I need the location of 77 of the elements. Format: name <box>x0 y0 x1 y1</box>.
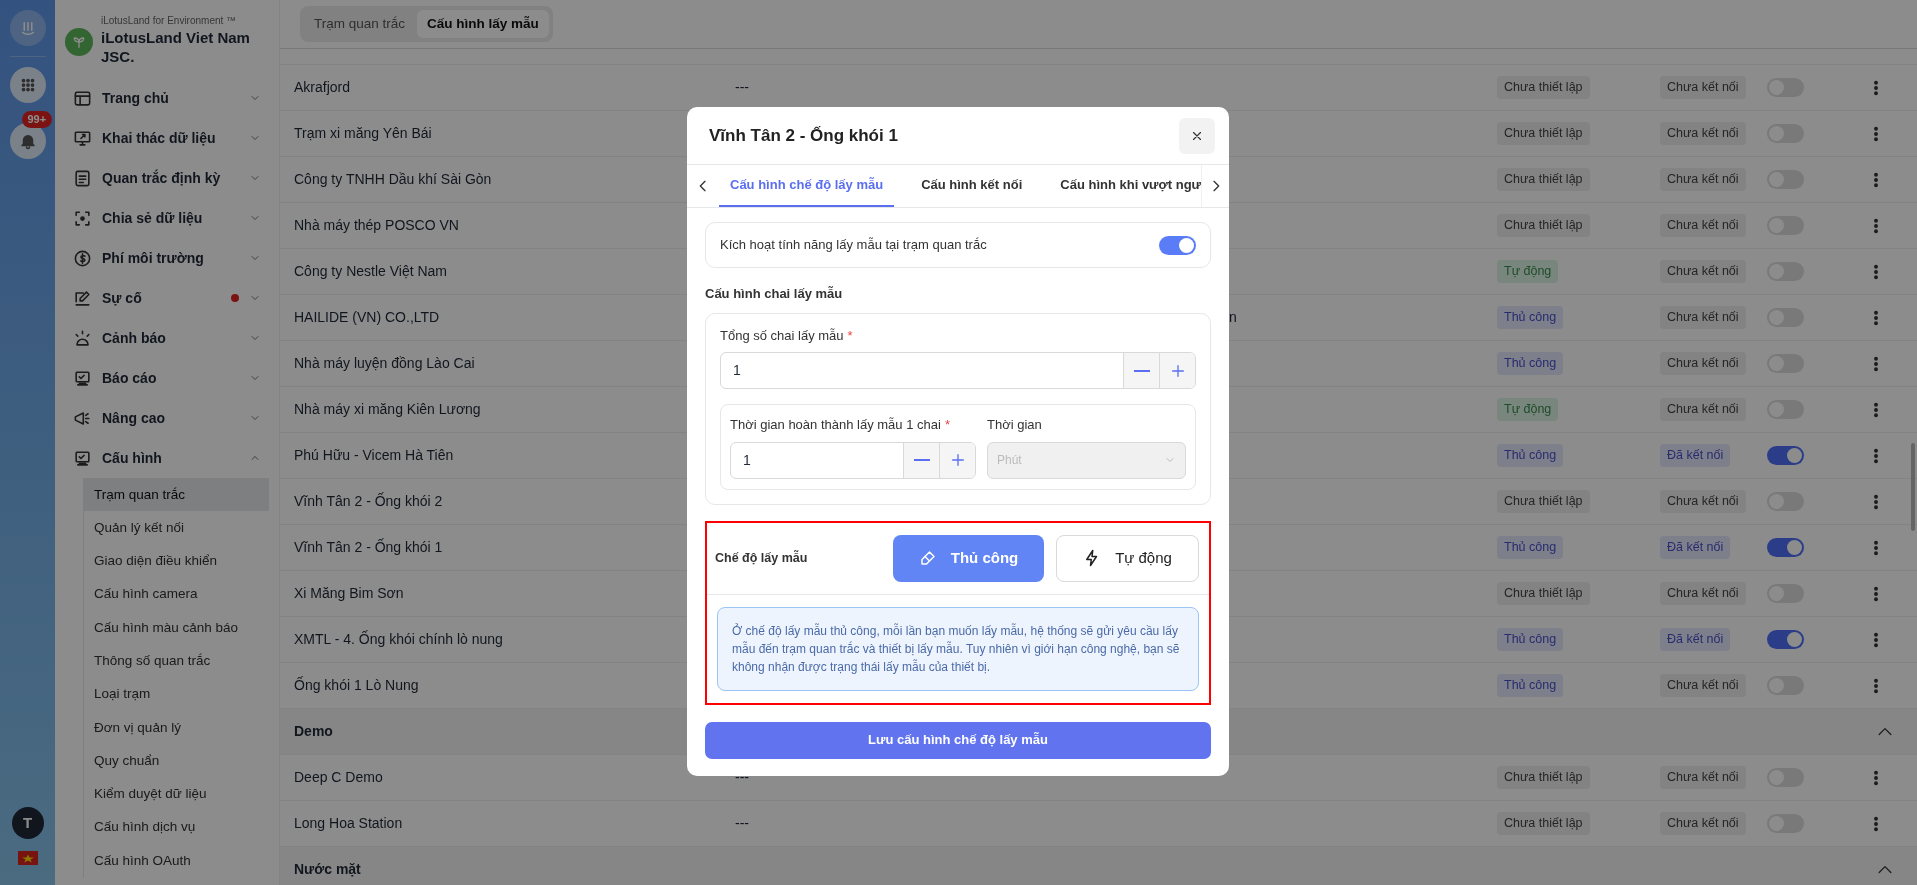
connection-badge: Chưa kết nối <box>1660 122 1746 145</box>
table-cell: Ống khói 1 Lò Nung <box>294 677 419 693</box>
mode-badge: Chưa thiết lập <box>1497 490 1590 513</box>
connection-badge: Chưa kết nối <box>1660 168 1746 191</box>
group-title: Demo <box>294 722 333 741</box>
table-cell: Vĩnh Tân 2 - Ống khói 1 <box>294 539 443 555</box>
brand-name: iLotusLand Viet Nam JSC. <box>101 28 251 66</box>
connection-badge: Chưa kết nối <box>1660 490 1746 513</box>
mode-badge: Tự động <box>1497 398 1559 421</box>
mode-badge: Tự động <box>1497 260 1559 283</box>
nav-label: Trang chủ <box>102 88 170 108</box>
connection-badge: Chưa kết nối <box>1660 260 1746 283</box>
nav-label: Cấu hình <box>102 448 163 468</box>
table-cell: Trạm xi măng Yên Bái <box>294 125 432 141</box>
table-cell: Deep C Demo <box>294 769 383 785</box>
table-cell: Akrafjord <box>294 79 351 95</box>
mode-badge: Chưa thiết lập <box>1497 582 1590 605</box>
table-cell: Nhà máy luyện đồng Lào Cai <box>294 355 475 371</box>
connection-badge: Chưa kết nối <box>1660 812 1746 835</box>
table-cell: --- <box>735 769 749 785</box>
table-cell: Vĩnh Tân 2 - Ống khói 2 <box>294 493 443 509</box>
table-cell: HAILIDE (VN) CO.,LTD <box>294 309 440 325</box>
connection-badge: Đã kết nối <box>1660 628 1731 651</box>
field-label: Thời gian <box>987 416 1043 434</box>
connection-badge: Chưa kết nối <box>1660 306 1746 329</box>
mode-badge: Thủ công <box>1497 628 1564 651</box>
required-mark: * <box>847 326 853 345</box>
table-cell: --- <box>735 815 749 831</box>
table-cell: XMTL - 4. Ống khói chính lò nung <box>294 631 503 647</box>
mode-badge: Thủ công <box>1497 536 1564 559</box>
notification-badge: 99+ <box>21 111 53 128</box>
group-title: Nước mặt <box>294 860 361 879</box>
field-label: Thời gian hoàn thành lấy mẫu 1 chai <box>730 416 941 434</box>
table-cell: Nhà máy thép POSCO VN <box>294 217 459 233</box>
connection-badge: Chưa kết nối <box>1660 76 1746 99</box>
table-cell: Công ty TNHH Dầu khí Sài Gòn <box>294 171 492 187</box>
section-title: Cấu hình chai lấy mẫu <box>705 285 844 303</box>
required-mark: * <box>944 416 950 434</box>
table-cell: n <box>1229 309 1237 325</box>
field-label: Tổng số chai lấy mẫu <box>720 326 844 345</box>
info-message: Ở chế độ lấy mẫu thủ công, mỗi lần bạn muốn lấy mẫu, hệ thống sẽ gửi yêu cầu lấy mẫu đến trạm quan trắc và thiết bị lấy mẫu. Tuy nhiên vì giới hạn công nghệ, bạn sẽ không nhận được trạng thái lấy mẫu của thiết bị. <box>717 606 1199 691</box>
table-cell: Công ty Nestle Việt Nam <box>294 263 448 279</box>
table-cell: --- <box>735 79 749 95</box>
mode-badge: Chưa thiết lập <box>1497 766 1590 789</box>
connection-badge: Đã kết nối <box>1660 444 1731 467</box>
mode-badge: Chưa thiết lập <box>1497 76 1590 99</box>
nav-label: Phí môi trường <box>102 248 205 268</box>
connection-badge: Chưa kết nối <box>1660 674 1746 697</box>
mode-badge: Thủ công <box>1497 674 1564 697</box>
mode-label: Chế độ lấy mẫu <box>715 549 809 567</box>
setting-label: Kích hoạt tính năng lấy mẫu tại trạm quan trắc <box>720 236 987 255</box>
brand-tagline: iLotusLand for Environment ™ <box>101 14 238 28</box>
nav-label: Khai thác dữ liệu <box>102 128 217 148</box>
connection-badge: Chưa kết nối <box>1660 766 1746 789</box>
nav-label: Sự cố <box>102 288 143 308</box>
mode-badge: Thủ công <box>1497 306 1564 329</box>
connection-badge: Chưa kết nối <box>1660 214 1746 237</box>
connection-badge: Chưa kết nối <box>1660 352 1746 375</box>
table-cell: Phú Hữu - Vicem Hà Tiên <box>294 447 454 463</box>
mode-badge: Chưa thiết lập <box>1497 168 1590 191</box>
nav-label: Cảnh báo <box>102 328 167 348</box>
connection-badge: Chưa kết nối <box>1660 398 1746 421</box>
modal-title: Vĩnh Tân 2 - Ống khói 1 <box>709 124 898 147</box>
nav-label: Nâng cao <box>102 408 166 428</box>
table-cell: Nhà máy xi măng Kiên Lương <box>294 401 481 417</box>
mode-badge: Thủ công <box>1497 444 1564 467</box>
mode-badge: Chưa thiết lập <box>1497 812 1590 835</box>
mode-badge: Chưa thiết lập <box>1497 214 1590 237</box>
connection-badge: Đã kết nối <box>1660 536 1731 559</box>
mode-badge: Thủ công <box>1497 352 1564 375</box>
nav-label: Chia sẻ dữ liệu <box>102 208 204 228</box>
connection-badge: Chưa kết nối <box>1660 582 1746 605</box>
nav-label: Quan trắc định kỳ <box>102 168 222 188</box>
nav-label: Báo cáo <box>102 368 158 388</box>
table-cell: Xi Măng Bim Sơn <box>294 585 404 601</box>
table-cell: Long Hoa Station <box>294 815 403 831</box>
mode-badge: Chưa thiết lập <box>1497 122 1590 145</box>
